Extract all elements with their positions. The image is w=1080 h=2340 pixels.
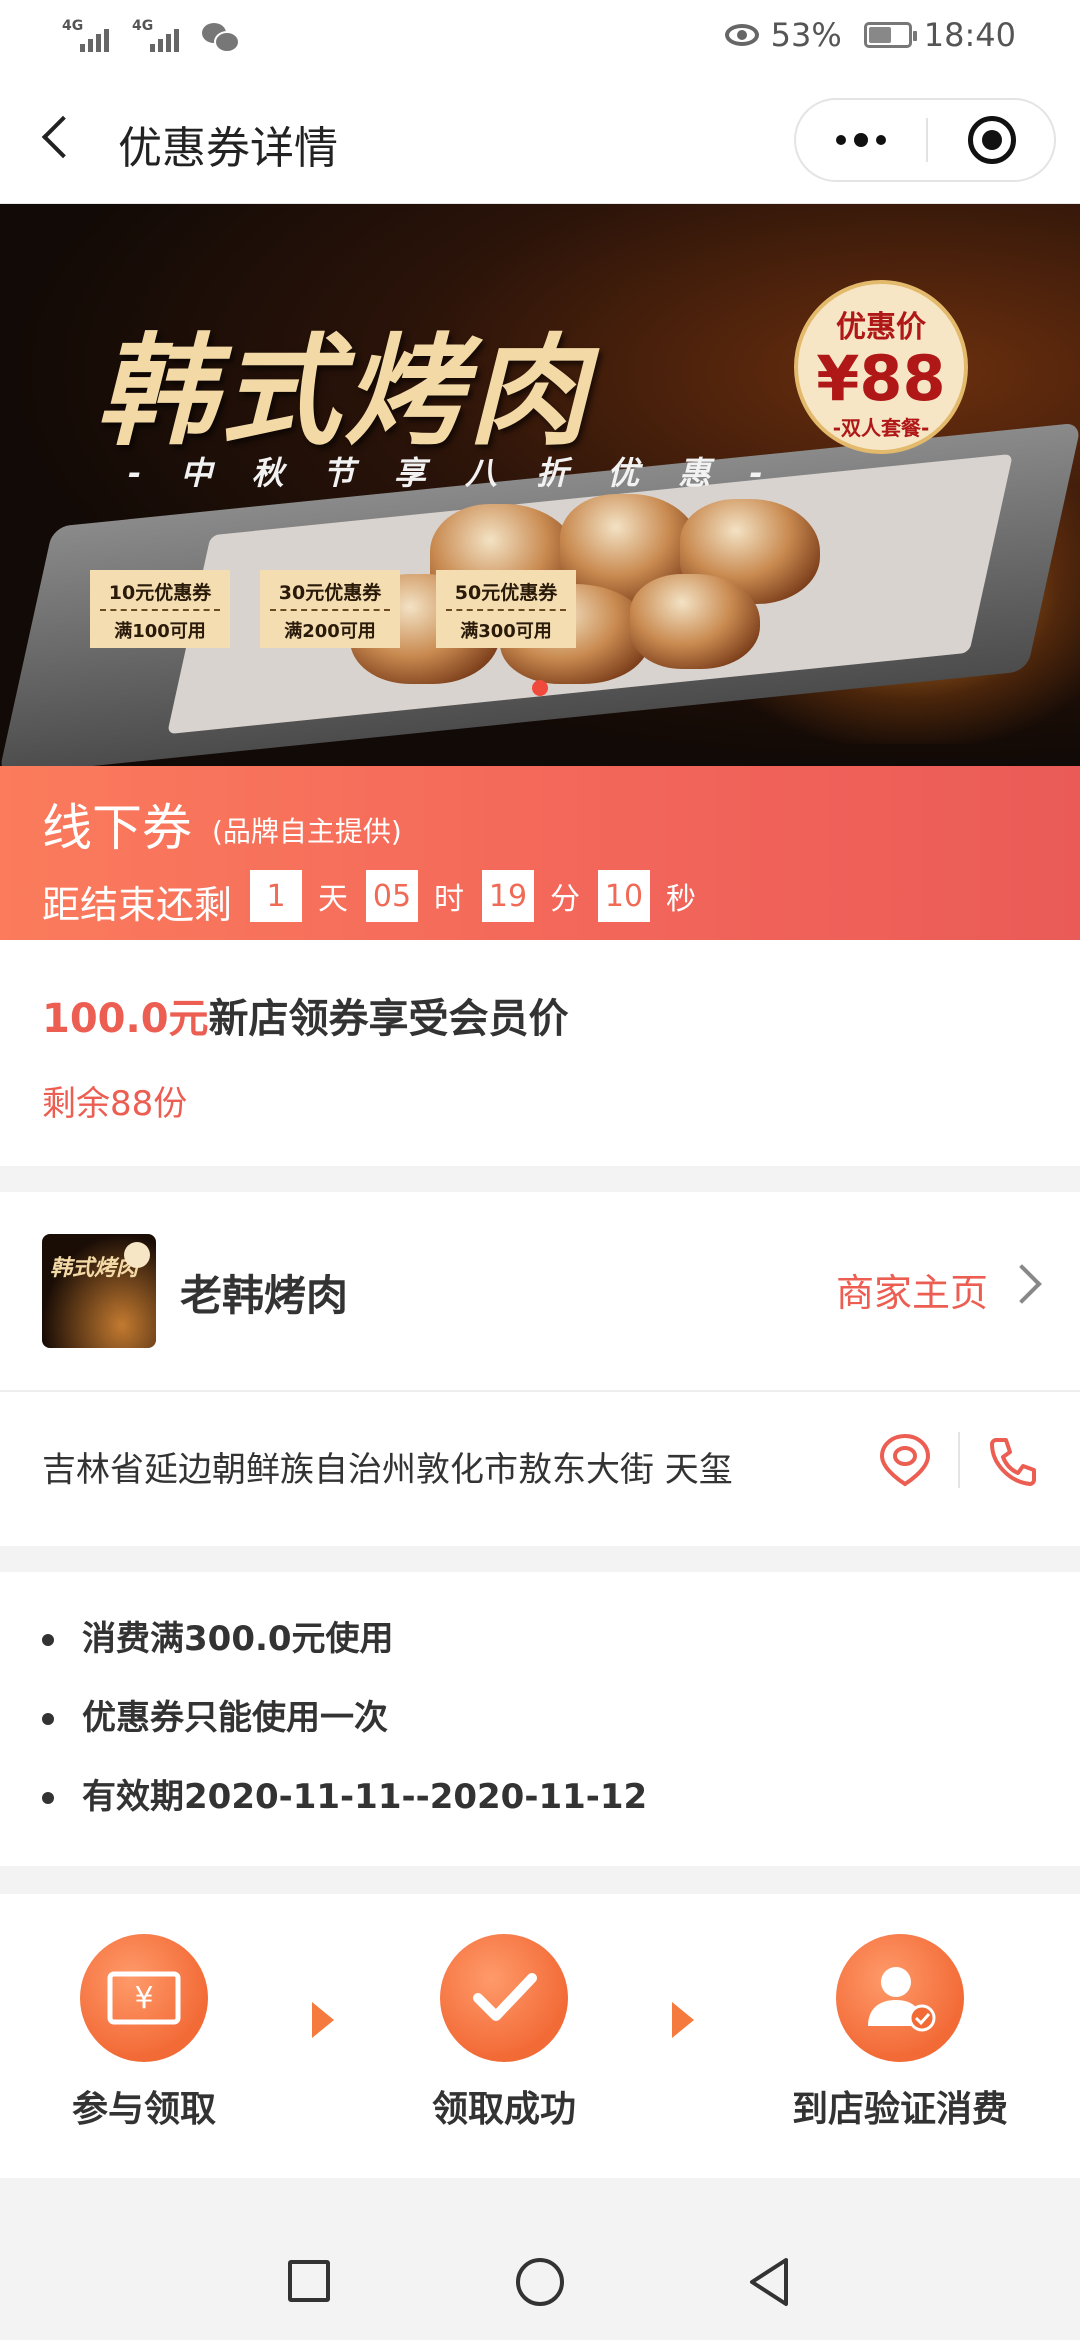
countdown-minutes: 19 bbox=[482, 870, 534, 922]
countdown-days: 1 bbox=[250, 870, 302, 922]
address-row: 吉林省延边朝鲜族自治州敦化市敖东大街 天玺 bbox=[0, 1392, 1080, 1546]
vertical-divider bbox=[958, 1432, 960, 1488]
svg-text:¥: ¥ bbox=[134, 1981, 153, 2016]
signal-icon-2: 4G bbox=[132, 18, 184, 54]
shop-home-link[interactable]: 商家主页 bbox=[836, 1262, 988, 1317]
eye-icon bbox=[724, 24, 759, 46]
phone-icon[interactable] bbox=[984, 1432, 1042, 1490]
system-back-icon[interactable] bbox=[746, 2256, 792, 2308]
home-icon[interactable] bbox=[516, 2258, 564, 2306]
page-title: 优惠券详情 bbox=[118, 123, 338, 174]
offer-amount: 100.0元 bbox=[42, 996, 209, 1042]
signal-icon: 4G bbox=[62, 18, 114, 54]
close-miniprogram-icon[interactable] bbox=[968, 116, 1016, 164]
user-verify-icon bbox=[836, 1934, 964, 2062]
status-bar: 4G 4G 53% 18:40 bbox=[0, 0, 1080, 72]
offer-section: 100.0元新店领券享受会员价 剩余88份 bbox=[0, 940, 1080, 1166]
banner-coupon-tag: 10元优惠券 满100可用 bbox=[90, 570, 230, 648]
countdown-seconds: 10 bbox=[598, 870, 650, 922]
offer-description: 新店领券享受会员价 bbox=[208, 996, 569, 1042]
coupon-tag-condition: 满200可用 bbox=[284, 621, 376, 642]
step-label: 参与领取 bbox=[71, 2089, 216, 2130]
chevron-right-icon[interactable] bbox=[1002, 1264, 1042, 1304]
coupon-ticket-icon: ¥ bbox=[80, 1934, 208, 2062]
coupon-tag-name: 50元优惠券 bbox=[446, 570, 566, 611]
step-label: 领取成功 bbox=[431, 2089, 576, 2130]
coupon-header-bar: 线下券 (品牌自主提供) 距结束还剩 1 天 05 时 19 分 10 秒 bbox=[0, 766, 1080, 940]
coupon-tag-name: 30元优惠券 bbox=[270, 570, 390, 611]
coupon-tag-condition: 满300可用 bbox=[460, 621, 552, 642]
steps-section: ¥ 参与领取 领取成功 到店验证消费 bbox=[0, 1894, 1080, 2178]
carousel-indicator-dot[interactable] bbox=[532, 680, 548, 696]
countdown-minutes-unit: 分 bbox=[550, 882, 580, 917]
countdown-label: 距结束还剩 bbox=[42, 883, 233, 927]
checkmark-icon bbox=[440, 1934, 568, 2062]
shop-logo[interactable]: 韩式烤肉 bbox=[42, 1234, 156, 1348]
countdown-timer: 1 天 05 时 19 分 10 秒 bbox=[250, 870, 714, 922]
banner-title: 韩式烤肉 bbox=[96, 323, 592, 462]
arrow-right-icon bbox=[672, 2002, 694, 2038]
step-success: 领取成功 bbox=[374, 1934, 634, 2132]
rule-item: 有效期2020-11-11--2020-11-12 bbox=[42, 1770, 647, 1849]
battery-percent: 53% bbox=[770, 16, 842, 54]
arrow-right-icon bbox=[312, 2002, 334, 2038]
shop-section: 韩式烤肉 老韩烤肉 商家主页 吉林省延边朝鲜族自治州敦化市敖东大街 天玺 bbox=[0, 1192, 1080, 1546]
price-badge-note: -双人套餐- bbox=[832, 416, 930, 440]
location-icon[interactable] bbox=[876, 1430, 934, 1488]
coupon-type-title: 线下券 bbox=[42, 799, 192, 857]
meat-image bbox=[630, 574, 760, 669]
status-right: 53% 18:40 bbox=[724, 16, 1016, 54]
countdown-hours-unit: 时 bbox=[434, 882, 464, 917]
battery-icon bbox=[863, 22, 917, 48]
promo-banner[interactable]: 韩式烤肉 - 中 秋 节 享 八 折 优 惠 - 优惠价 ¥88 -双人套餐- … bbox=[0, 204, 1080, 766]
shop-name[interactable]: 老韩烤肉 bbox=[180, 1262, 348, 1323]
offer-title: 100.0元新店领券享受会员价 bbox=[42, 986, 569, 1044]
system-nav-bar bbox=[0, 2222, 1080, 2340]
price-badge-label: 优惠价 bbox=[836, 310, 926, 345]
banner-subtitle: - 中 秋 节 享 八 折 优 惠 - bbox=[128, 454, 777, 492]
capsule-divider bbox=[926, 118, 928, 162]
step-verify: 到店验证消费 bbox=[770, 1934, 1030, 2132]
rule-item: 消费满300.0元使用 bbox=[42, 1612, 647, 1691]
back-icon[interactable] bbox=[36, 112, 80, 164]
price-badge: 优惠价 ¥88 -双人套餐- bbox=[794, 280, 968, 454]
rules-list: 消费满300.0元使用 优惠券只能使用一次 有效期2020-11-11--202… bbox=[42, 1612, 647, 1849]
status-left: 4G 4G bbox=[62, 18, 240, 54]
step-claim: ¥ 参与领取 bbox=[14, 1934, 274, 2132]
countdown-days-unit: 天 bbox=[318, 882, 348, 917]
rule-item: 优惠券只能使用一次 bbox=[42, 1691, 647, 1770]
coupon-tag-condition: 满100可用 bbox=[114, 621, 206, 642]
rules-section: 消费满300.0元使用 优惠券只能使用一次 有效期2020-11-11--202… bbox=[0, 1572, 1080, 1866]
coupon-tag-name: 10元优惠券 bbox=[100, 570, 220, 611]
countdown-seconds-unit: 秒 bbox=[666, 882, 696, 917]
more-menu-icon[interactable] bbox=[796, 100, 926, 180]
banner-coupon-tag: 50元优惠券 满300可用 bbox=[436, 570, 576, 648]
price-badge-price: ¥88 bbox=[816, 342, 946, 415]
coupon-type-note: (品牌自主提供) bbox=[212, 815, 402, 848]
nav-bar: 优惠券详情 bbox=[0, 72, 1080, 204]
step-label: 到店验证消费 bbox=[791, 2089, 1008, 2130]
wechat-icon bbox=[202, 21, 240, 53]
shop-logo-badge bbox=[124, 1242, 150, 1268]
banner-coupon-tag: 30元优惠券 满200可用 bbox=[260, 570, 400, 648]
shop-address: 吉林省延边朝鲜族自治州敦化市敖东大街 天玺 bbox=[42, 1450, 733, 1490]
page: 4G 4G 53% 18:40 优惠券详情 韩式烤肉 - 中 秋 节 享 八 折… bbox=[0, 0, 1080, 2340]
miniprogram-capsule bbox=[794, 98, 1056, 182]
clock: 18:40 bbox=[923, 16, 1016, 54]
countdown-hours: 05 bbox=[366, 870, 418, 922]
recent-apps-icon[interactable] bbox=[288, 2260, 330, 2302]
remaining-count: 剩余88份 bbox=[42, 1084, 188, 1124]
